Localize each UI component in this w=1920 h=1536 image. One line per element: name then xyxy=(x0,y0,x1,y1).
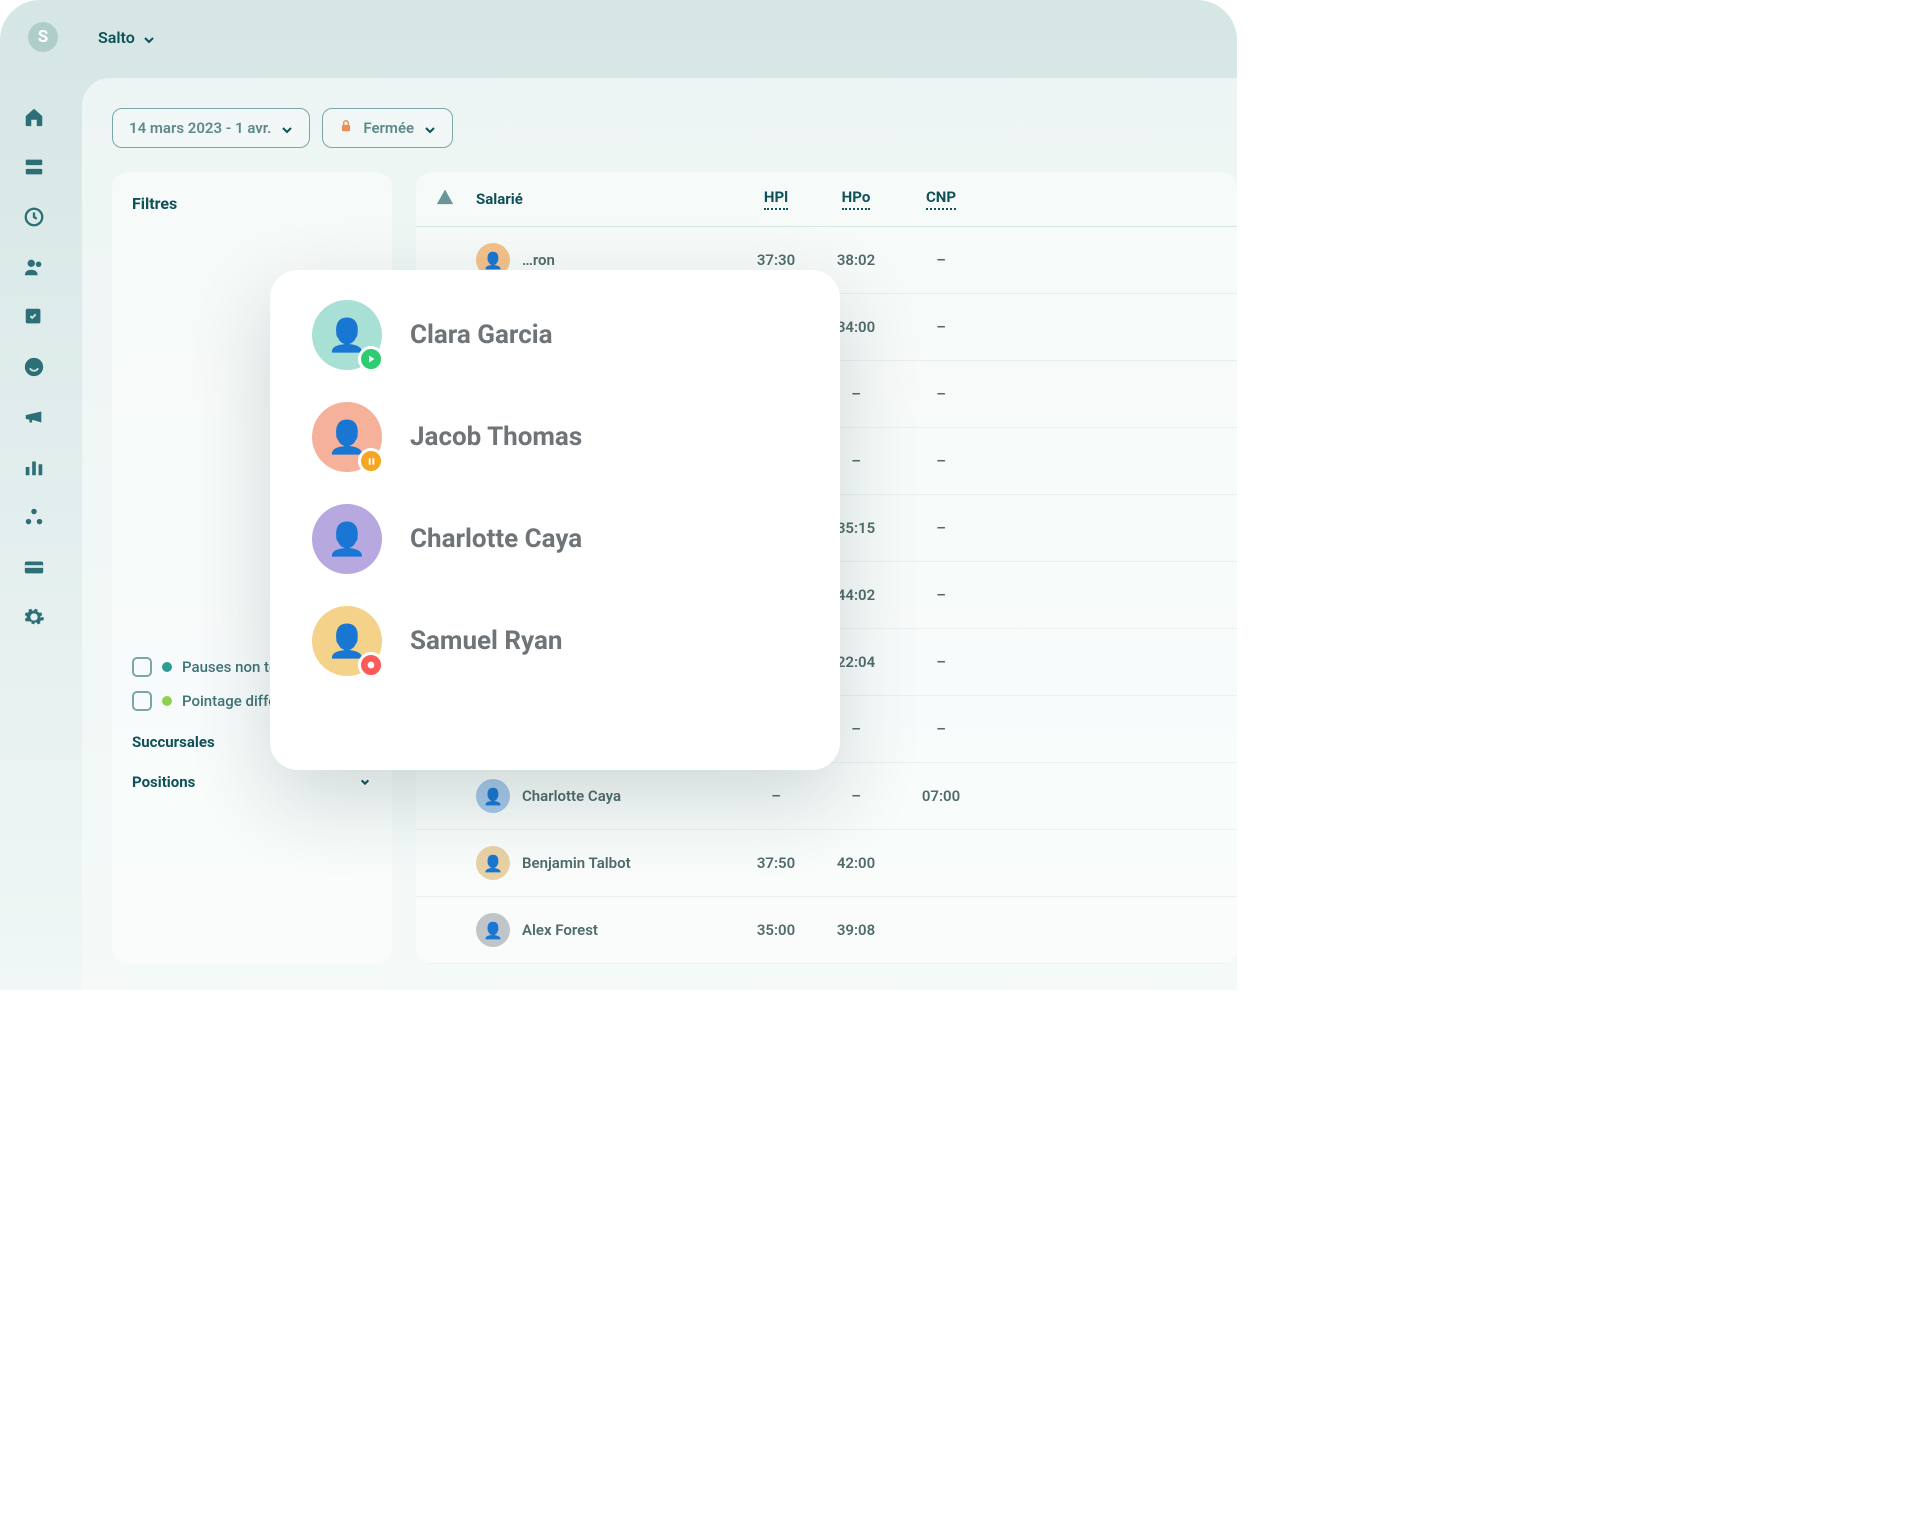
alert-header-icon xyxy=(436,188,476,210)
play-badge-icon xyxy=(358,346,384,372)
col-hpo[interactable]: HPo xyxy=(816,188,896,210)
sidebar-item-users[interactable] xyxy=(22,255,46,279)
table-row[interactable]: 👤 Benjamin Talbot 37:50 42:00 xyxy=(416,830,1237,897)
cnp-cell: – xyxy=(896,586,986,604)
popup-person[interactable]: 👤 Clara Garcia xyxy=(312,300,798,370)
status-dot-icon xyxy=(162,696,172,706)
rec-badge-icon xyxy=(358,652,384,678)
hpl-cell: 37:30 xyxy=(736,251,816,269)
employee-popup: 👤 Clara Garcia 👤 Jacob Thomas 👤 Charlott… xyxy=(270,270,840,770)
sidebar-item-stack[interactable] xyxy=(22,155,46,179)
avatar-wrapper: 👤 xyxy=(312,606,382,676)
sidebar-item-task[interactable] xyxy=(22,305,46,329)
sidebar-item-card[interactable] xyxy=(22,555,46,579)
popup-person[interactable]: 👤 Samuel Ryan xyxy=(312,606,798,676)
table-row[interactable]: 👤 Alex Forest 35:00 39:08 xyxy=(416,897,1237,964)
hpl-cell: 37:50 xyxy=(736,854,816,872)
cnp-cell: – xyxy=(896,519,986,537)
chevron-down-icon xyxy=(143,31,155,43)
employee-name: …ron xyxy=(522,251,555,269)
chevron-down-icon xyxy=(358,773,372,791)
hpl-cell: – xyxy=(736,787,816,805)
person-name: Charlotte Caya xyxy=(410,524,582,554)
org-selector[interactable]: Salto xyxy=(70,28,155,47)
avatar: 👤 xyxy=(476,913,510,947)
section-label: Succursales xyxy=(132,733,215,751)
topbar: S Salto xyxy=(0,0,1237,52)
pause-badge-icon xyxy=(358,448,384,474)
cnp-cell: – xyxy=(896,385,986,403)
status-label: Fermée xyxy=(363,119,414,137)
employee-cell: 👤 Charlotte Caya xyxy=(476,779,736,813)
sidebar-item-chat[interactable] xyxy=(22,355,46,379)
cnp-cell: – xyxy=(896,653,986,671)
person-name: Samuel Ryan xyxy=(410,626,562,656)
checkbox[interactable] xyxy=(132,657,152,677)
cnp-cell: – xyxy=(896,318,986,336)
date-range-picker[interactable]: 14 mars 2023 - 1 avr. xyxy=(112,108,310,148)
toolbar: 14 mars 2023 - 1 avr. Fermée xyxy=(112,108,1237,148)
org-logo: S xyxy=(28,22,58,52)
checkbox[interactable] xyxy=(132,691,152,711)
status-dot-icon xyxy=(162,662,172,672)
avatar: 👤 xyxy=(312,504,382,574)
employee-cell: 👤 Benjamin Talbot xyxy=(476,846,736,880)
avatar-wrapper: 👤 xyxy=(312,402,382,472)
person-name: Clara Garcia xyxy=(410,320,553,350)
sidebar-item-home[interactable] xyxy=(22,105,46,129)
lock-icon xyxy=(339,119,353,137)
hpl-cell: 35:00 xyxy=(736,921,816,939)
hpo-cell: – xyxy=(816,787,896,805)
hpo-cell: 42:00 xyxy=(816,854,896,872)
status-selector[interactable]: Fermée xyxy=(322,108,453,148)
hpo-cell: 38:02 xyxy=(816,251,896,269)
avatar-wrapper: 👤 xyxy=(312,300,382,370)
employee-name: Charlotte Caya xyxy=(522,787,621,805)
table-row[interactable]: 👤 Charlotte Caya – – 07:00 xyxy=(416,763,1237,830)
cnp-cell: 07:00 xyxy=(896,787,986,805)
employee-cell: 👤 Alex Forest xyxy=(476,913,736,947)
avatar-wrapper: 👤 xyxy=(312,504,382,574)
col-cnp[interactable]: CNP xyxy=(896,188,986,210)
org-name: Salto xyxy=(98,28,135,47)
sidebar xyxy=(22,105,46,629)
cnp-cell: – xyxy=(896,452,986,470)
person-name: Jacob Thomas xyxy=(410,422,582,452)
sidebar-item-gear[interactable] xyxy=(22,605,46,629)
hpo-cell: 39:08 xyxy=(816,921,896,939)
section-label: Positions xyxy=(132,773,195,791)
app-window: S Salto 14 mars 2023 - 1 avr. Fe xyxy=(0,0,1237,990)
sidebar-item-org[interactable] xyxy=(22,505,46,529)
sidebar-item-clock[interactable] xyxy=(22,205,46,229)
col-hpl[interactable]: HPl xyxy=(736,188,816,210)
col-employee: Salarié xyxy=(476,190,736,208)
popup-person[interactable]: 👤 Charlotte Caya xyxy=(312,504,798,574)
sidebar-item-chart[interactable] xyxy=(22,455,46,479)
filters-title: Filtres xyxy=(132,194,372,213)
popup-person[interactable]: 👤 Jacob Thomas xyxy=(312,402,798,472)
employee-name: Alex Forest xyxy=(522,921,598,939)
chevron-down-icon xyxy=(424,122,436,134)
section-positions[interactable]: Positions xyxy=(132,773,372,791)
avatar: 👤 xyxy=(476,779,510,813)
cnp-cell: – xyxy=(896,720,986,738)
fade-overlay xyxy=(270,700,840,770)
date-range-label: 14 mars 2023 - 1 avr. xyxy=(129,119,271,137)
employee-name: Benjamin Talbot xyxy=(522,854,631,872)
cnp-cell: – xyxy=(896,251,986,269)
table-header: Salarié HPl HPo CNP xyxy=(416,172,1237,227)
chevron-down-icon xyxy=(281,122,293,134)
sidebar-item-megaphone[interactable] xyxy=(22,405,46,429)
avatar: 👤 xyxy=(476,846,510,880)
